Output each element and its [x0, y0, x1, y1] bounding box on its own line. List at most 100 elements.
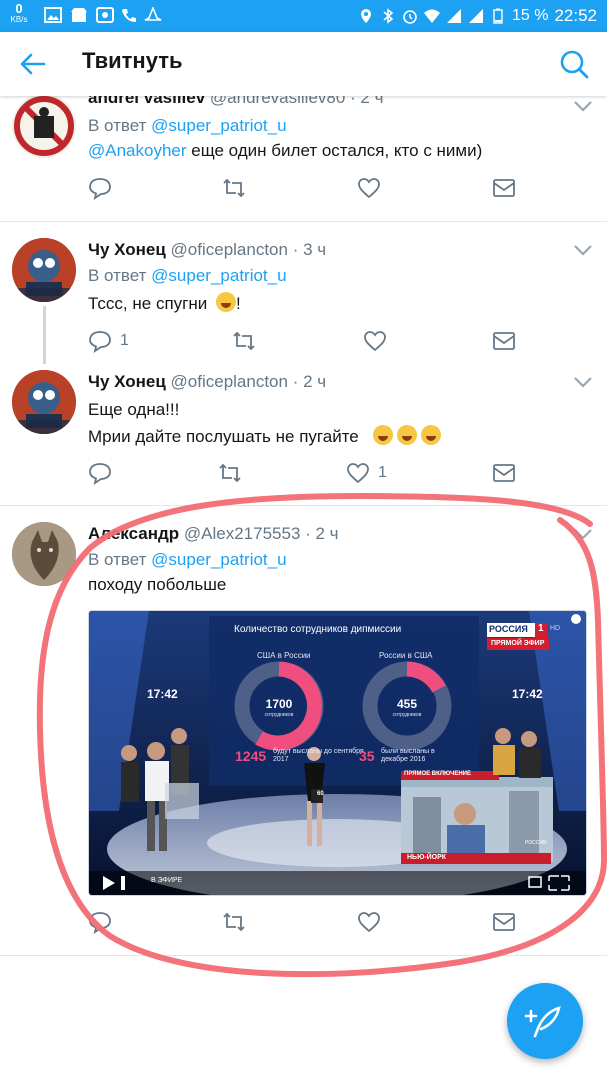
author-display-name[interactable]: Чу Хонец	[88, 240, 166, 259]
compose-feather-icon	[524, 1006, 561, 1038]
page-title: Твитнуть	[82, 48, 183, 73]
author-name[interactable]: Чу Хонец @oficeplancton · 2 ч	[88, 372, 326, 392]
location-icon	[360, 9, 371, 23]
joy-emoji-icon	[373, 425, 394, 445]
alarm-icon	[403, 10, 417, 24]
reply-prefix: В ответ	[88, 266, 152, 285]
cartoon-avatar-icon	[12, 238, 76, 302]
right-stat-text: были высланы в декабре 2016	[381, 748, 435, 763]
reply-button[interactable]	[88, 461, 112, 485]
divider	[0, 221, 607, 222]
retweet-icon	[223, 178, 245, 198]
app-bar: Твитнуть	[0, 32, 607, 96]
battery-percent: 15 %	[511, 7, 549, 24]
cat-photo-icon	[12, 522, 76, 586]
chevron-down-icon[interactable]	[572, 243, 594, 257]
message-button[interactable]	[492, 910, 516, 934]
like-button[interactable]	[357, 176, 381, 200]
shop-icon	[71, 8, 87, 22]
right-unit: сотрудников	[392, 712, 422, 718]
tweet-body-end: !	[235, 294, 241, 313]
tweet-body: Мрии дайте послушать не пугайте	[88, 427, 359, 446]
heart-icon	[358, 912, 380, 933]
reply-icon	[89, 912, 111, 934]
right-label: России в США	[379, 651, 433, 660]
tweet-text-line-1: Еще одна!!!	[88, 400, 180, 419]
retweet-button[interactable]	[222, 176, 246, 200]
clock-left: 17:42	[147, 687, 178, 701]
author-handle[interactable]: @Alex2175553 · 2 ч	[184, 524, 339, 543]
left-label: США в России	[257, 651, 311, 660]
network-speed: 0 KB/s	[6, 2, 32, 25]
like-button[interactable]: 1	[346, 461, 387, 485]
reply-button[interactable]: 1	[88, 329, 129, 353]
left-stat-text: будут высланы до сентября 2017	[273, 748, 364, 763]
chevron-down-icon[interactable]	[572, 375, 594, 389]
reply-prefix: В ответ	[88, 550, 152, 569]
tweet-body: еще один билет остался, кто с ними)	[186, 141, 483, 160]
author-name[interactable]: Александр @Alex2175553 · 2 ч	[88, 524, 339, 544]
witch-hat-icon	[144, 7, 162, 21]
avatar[interactable]	[12, 370, 76, 434]
envelope-icon	[493, 913, 515, 931]
author-display-name[interactable]: Чу Хонец	[88, 372, 166, 391]
signal-2-icon	[468, 9, 483, 23]
rofl-emoji-icon	[397, 425, 418, 445]
avatar[interactable]	[12, 238, 76, 302]
reply-button[interactable]	[88, 910, 112, 934]
retweet-icon	[219, 463, 241, 483]
tweet-actions: 1	[88, 329, 528, 353]
author-name[interactable]: Чу Хонец @oficeplancton · 3 ч	[88, 240, 326, 260]
avatar[interactable]	[12, 522, 76, 586]
city-label: НЬЮ-ЙОРК	[407, 854, 447, 861]
avatar[interactable]	[12, 94, 76, 158]
no-bribery-logo-icon	[14, 96, 74, 156]
retweet-button[interactable]	[232, 329, 256, 353]
author-handle[interactable]: @oficeplancton · 2 ч	[171, 372, 327, 391]
divider	[0, 955, 607, 956]
tweet-text: Тссс, не спугни !	[88, 292, 241, 314]
video-thumbnail[interactable]: Количество сотрудников дипмиссии РОССИЯ …	[88, 610, 587, 896]
inset-logo: РОССИЯ	[525, 840, 547, 846]
retweet-icon	[223, 912, 245, 932]
image-icon	[96, 7, 114, 23]
reply-to-link[interactable]: @super_patriot_u	[151, 550, 286, 569]
tweet-actions: 1	[88, 461, 528, 485]
retweet-button[interactable]	[222, 910, 246, 934]
gallery-icon	[44, 7, 62, 23]
search-icon[interactable]	[559, 49, 589, 79]
thread-line	[43, 306, 46, 364]
left-value: 1700	[265, 697, 293, 711]
message-button[interactable]	[492, 176, 516, 200]
clock-right: 17:42	[512, 687, 543, 701]
compose-tweet-button[interactable]	[507, 983, 583, 1059]
like-button[interactable]	[357, 910, 381, 934]
live-inset-label: ПРЯМОЕ ВКЛЮЧЕНИЕ	[404, 771, 471, 777]
status-right: 15 % 22:52	[358, 6, 597, 26]
reply-button[interactable]	[88, 176, 112, 200]
chevron-down-icon[interactable]	[572, 527, 594, 541]
right-value: 455	[396, 697, 418, 711]
reply-context: В ответ @super_patriot_u	[88, 116, 287, 136]
heart-icon	[358, 178, 380, 199]
retweet-button[interactable]	[218, 461, 242, 485]
heart-icon	[347, 463, 369, 484]
tweet-text-line-2: Мрии дайте послушать не пугайте	[88, 425, 442, 447]
envelope-icon	[493, 332, 515, 350]
author-handle[interactable]: @oficeplancton · 3 ч	[171, 240, 327, 259]
rofl-emoji-icon	[215, 292, 236, 312]
chevron-down-icon[interactable]	[572, 99, 594, 113]
cartoon-avatar-icon	[12, 370, 76, 434]
mention-link[interactable]: @Anakoyher	[88, 141, 187, 160]
author-display-name[interactable]: Александр	[88, 524, 179, 543]
tweet-text: @Anakoyher еще один билет остался, кто с…	[88, 141, 482, 161]
back-arrow-icon[interactable]	[18, 50, 46, 78]
wifi-icon	[423, 9, 440, 23]
left-unit: сотрудников	[264, 712, 294, 718]
message-button[interactable]	[492, 461, 516, 485]
envelope-icon	[493, 464, 515, 482]
reply-to-link[interactable]: @super_patriot_u	[151, 266, 286, 285]
like-button[interactable]	[363, 329, 387, 353]
message-button[interactable]	[492, 329, 516, 353]
reply-to-link[interactable]: @super_patriot_u	[151, 116, 286, 135]
